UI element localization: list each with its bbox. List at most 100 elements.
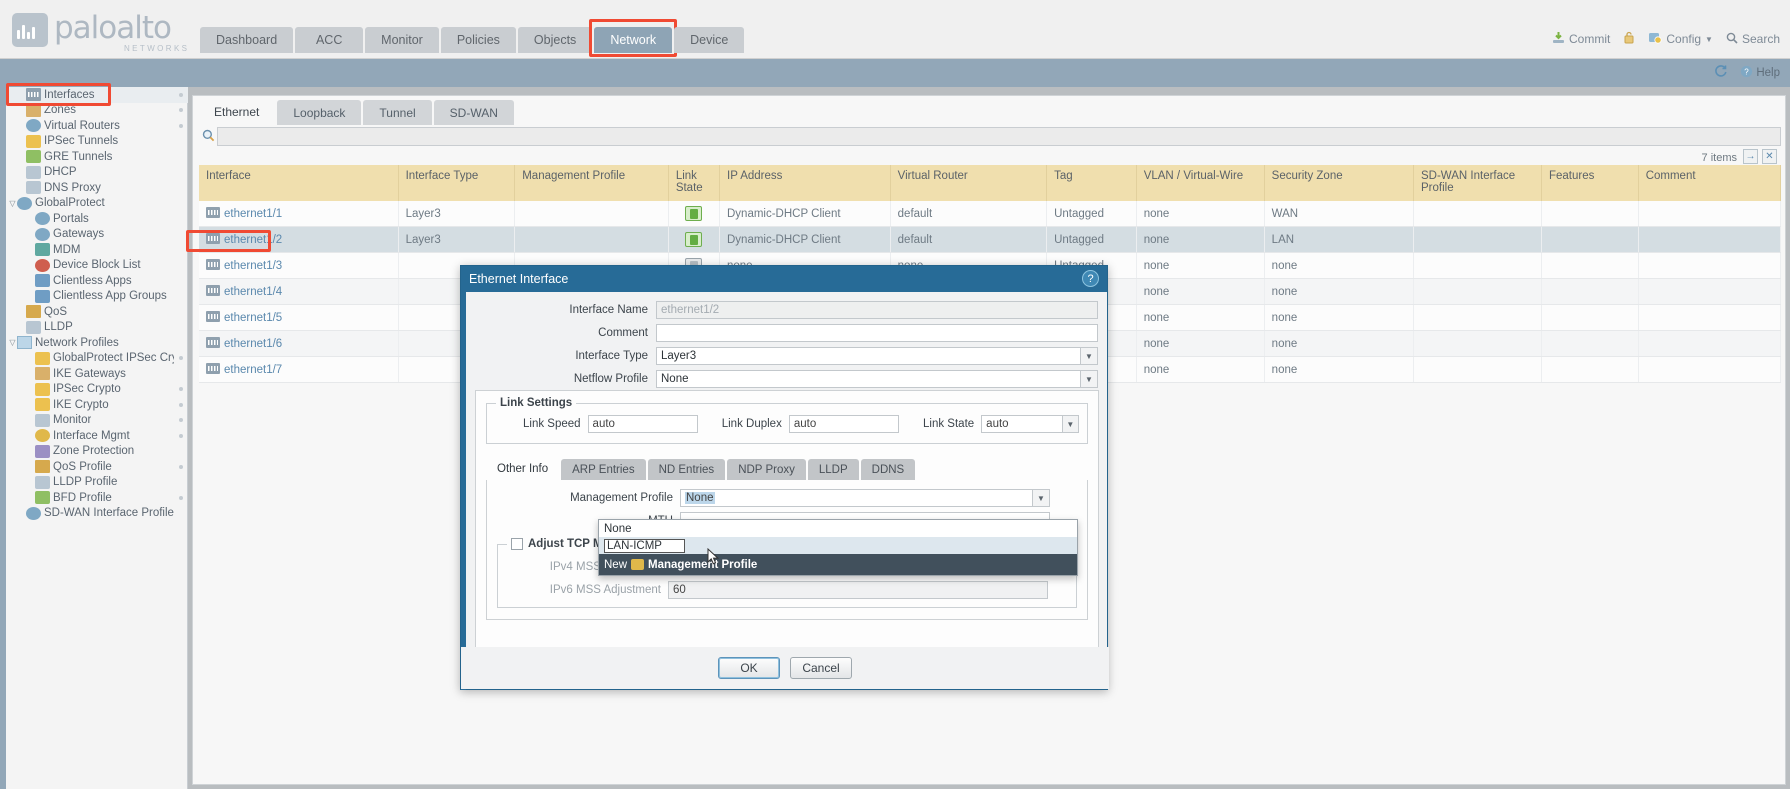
subtab-other-info[interactable]: Other Info [486, 457, 559, 480]
sidebar-item-dhcp[interactable]: DHCP [6, 165, 188, 181]
interface-type-select[interactable]: Layer3 [656, 347, 1081, 365]
dropdown-option-lan-icmp[interactable]: LAN-ICMP [599, 537, 1077, 554]
sidebar-item-interfaces[interactable]: Interfaces [6, 87, 188, 103]
column-header-interface-type[interactable]: Interface Type [398, 165, 515, 201]
table-row[interactable]: ethernet1/2Layer3Dynamic-DHCP Clientdefa… [199, 227, 1781, 253]
sidebar-item-bfd-profile[interactable]: BFD Profile [6, 490, 188, 506]
chevron-down-icon[interactable]: ▼ [1033, 489, 1050, 507]
subtab-ddns[interactable]: DDNS [861, 459, 916, 480]
ok-button[interactable]: OK [718, 657, 780, 679]
sidebar-item-gateways[interactable]: Gateways [6, 227, 188, 243]
cell-interface[interactable]: ethernet1/5 [199, 305, 398, 331]
sidebar-item-lldp-profile[interactable]: LLDP Profile [6, 475, 188, 491]
commit-button[interactable]: Commit [1552, 31, 1610, 47]
interface-link[interactable]: ethernet1/1 [224, 208, 282, 220]
sidebar-item-globalprotect[interactable]: ▽GlobalProtect [6, 196, 188, 212]
column-header-management-profile[interactable]: Management Profile [515, 165, 669, 201]
interface-link[interactable]: ethernet1/2 [224, 234, 282, 246]
adjust-tcp-mss-checkbox[interactable] [511, 538, 523, 550]
interface-link[interactable]: ethernet1/7 [224, 364, 282, 376]
comment-field[interactable] [656, 324, 1098, 342]
nav-tab-objects[interactable]: Objects [518, 27, 592, 53]
link-duplex-field[interactable]: auto [789, 415, 899, 433]
dropdown-new-management-profile[interactable]: NewManagement Profile [599, 554, 1077, 575]
cell-interface[interactable]: ethernet1/2 [199, 227, 398, 253]
column-header-interface[interactable]: Interface [199, 165, 398, 201]
interface-link[interactable]: ethernet1/5 [224, 312, 282, 324]
column-header-vlan-virtual-wire[interactable]: VLAN / Virtual-Wire [1136, 165, 1264, 201]
link-state-select[interactable]: auto [981, 415, 1063, 433]
sidebar-item-network-profiles[interactable]: ▽Network Profiles [6, 335, 188, 351]
management-profile-select[interactable]: None [680, 489, 1033, 507]
nav-tab-monitor[interactable]: Monitor [365, 27, 439, 53]
search-button[interactable]: Search [1726, 32, 1780, 47]
interface-link[interactable]: ethernet1/3 [224, 260, 282, 272]
cell-interface[interactable]: ethernet1/7 [199, 357, 398, 383]
column-header-tag[interactable]: Tag [1047, 165, 1137, 201]
sidebar-item-ipsec-crypto[interactable]: IPSec Crypto [6, 382, 188, 398]
tab-tunnel[interactable]: Tunnel [363, 100, 431, 125]
expand-arrow-icon[interactable]: ▽ [8, 199, 17, 208]
chevron-down-icon[interactable]: ▼ [1063, 415, 1079, 433]
sidebar-item-portals[interactable]: Portals [6, 211, 188, 227]
nav-tab-policies[interactable]: Policies [441, 27, 516, 53]
sidebar-item-virtual-routers[interactable]: Virtual Routers [6, 118, 188, 134]
clear-filter-button[interactable]: ✕ [1762, 149, 1777, 164]
subtab-lldp[interactable]: LLDP [808, 459, 859, 480]
sidebar-item-mdm[interactable]: MDM [6, 242, 188, 258]
subtab-arp-entries[interactable]: ARP Entries [561, 459, 645, 480]
help-button[interactable]: ? Help [1740, 65, 1780, 81]
sidebar-item-qos-profile[interactable]: QoS Profile [6, 459, 188, 475]
link-speed-field[interactable]: auto [588, 415, 698, 433]
table-row[interactable]: ethernet1/1Layer3Dynamic-DHCP Clientdefa… [199, 201, 1781, 227]
sidebar-item-interface-mgmt[interactable]: Interface Mgmt [6, 428, 188, 444]
config-dropdown[interactable]: Config ▼ [1648, 31, 1713, 47]
sidebar-item-zones[interactable]: Zones [6, 103, 188, 119]
table-search-input[interactable] [217, 127, 1781, 146]
nav-tab-acc[interactable]: ACC [295, 27, 363, 53]
column-header-ip-address[interactable]: IP Address [720, 165, 891, 201]
chevron-down-icon[interactable]: ▼ [1081, 370, 1098, 388]
nav-tab-dashboard[interactable]: Dashboard [200, 27, 293, 53]
dropdown-option-none[interactable]: None [599, 520, 1077, 537]
netflow-profile-select[interactable]: None [656, 370, 1081, 388]
tab-sd-wan[interactable]: SD-WAN [434, 100, 514, 125]
sidebar-item-gre-tunnels[interactable]: GRE Tunnels [6, 149, 188, 165]
sidebar-item-clientless-apps[interactable]: Clientless Apps [6, 273, 188, 289]
column-header-security-zone[interactable]: Security Zone [1264, 165, 1413, 201]
sidebar-item-device-block-list[interactable]: Device Block List [6, 258, 188, 274]
dialog-help-icon[interactable]: ? [1082, 270, 1099, 287]
sidebar-item-ike-crypto[interactable]: IKE Crypto [6, 397, 188, 413]
tab-ethernet[interactable]: Ethernet [198, 98, 275, 125]
export-button[interactable]: → [1743, 149, 1758, 164]
column-header-virtual-router[interactable]: Virtual Router [890, 165, 1046, 201]
column-header-features[interactable]: Features [1541, 165, 1638, 201]
column-header-comment[interactable]: Comment [1638, 165, 1780, 201]
sidebar-item-ipsec-tunnels[interactable]: IPSec Tunnels [6, 134, 188, 150]
sidebar-item-sd-wan-interface-profile[interactable]: SD-WAN Interface Profile [6, 506, 188, 522]
cancel-button[interactable]: Cancel [790, 657, 852, 679]
cell-interface[interactable]: ethernet1/1 [199, 201, 398, 227]
tab-loopback[interactable]: Loopback [277, 100, 361, 125]
sidebar-item-qos[interactable]: QoS [6, 304, 188, 320]
sidebar-item-lldp[interactable]: LLDP [6, 320, 188, 336]
interface-link[interactable]: ethernet1/6 [224, 338, 282, 350]
subtab-ndp-proxy[interactable]: NDP Proxy [727, 459, 806, 480]
sidebar-item-clientless-app-groups[interactable]: Clientless App Groups [6, 289, 188, 305]
cell-interface[interactable]: ethernet1/4 [199, 279, 398, 305]
lock-button[interactable] [1623, 31, 1635, 47]
chevron-down-icon[interactable]: ▼ [1081, 347, 1098, 365]
column-header-link-state[interactable]: Link State [668, 165, 719, 201]
cell-interface[interactable]: ethernet1/6 [199, 331, 398, 357]
sidebar-item-globalprotect-ipsec-crypto[interactable]: GlobalProtect IPSec Crypto [6, 351, 188, 367]
nav-tab-network[interactable]: Network [594, 27, 672, 53]
refresh-button[interactable] [1714, 64, 1728, 81]
interface-link[interactable]: ethernet1/4 [224, 286, 282, 298]
nav-tab-device[interactable]: Device [674, 27, 744, 53]
sidebar-item-zone-protection[interactable]: Zone Protection [6, 444, 188, 460]
expand-arrow-icon[interactable]: ▽ [8, 338, 17, 347]
column-header-sd-wan-interface-profile[interactable]: SD-WAN Interface Profile [1414, 165, 1542, 201]
sidebar-item-ike-gateways[interactable]: IKE Gateways [6, 366, 188, 382]
cell-interface[interactable]: ethernet1/3 [199, 253, 398, 279]
sidebar-item-monitor[interactable]: Monitor [6, 413, 188, 429]
